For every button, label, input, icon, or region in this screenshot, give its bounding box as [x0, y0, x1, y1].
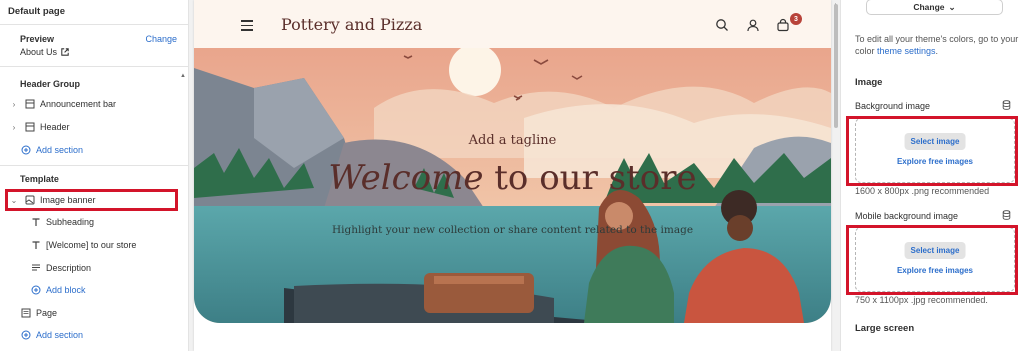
chevron-right-icon[interactable]: ›: [10, 100, 18, 109]
section-header[interactable]: › Header: [0, 118, 189, 136]
mobile-background-label: Mobile background image: [855, 211, 959, 221]
block-label: Subheading: [46, 217, 95, 227]
heading-italic: Welcome: [328, 158, 484, 198]
page-icon: [20, 307, 32, 319]
mobile-picker-highlight: [846, 225, 1018, 295]
store-name[interactable]: Pottery and Pizza: [281, 15, 422, 34]
store-preview-pane: Pottery and Pizza 3 Add a tagline Welcom…: [189, 0, 840, 351]
heading-rest: to our store: [483, 158, 697, 198]
chevron-right-icon[interactable]: ›: [10, 123, 18, 132]
layout-icon: [24, 121, 36, 133]
change-button-label: Change: [913, 2, 945, 12]
background-image-hint: 1600 x 800px .png recommended: [855, 186, 990, 196]
cart-icon[interactable]: [776, 18, 790, 32]
section-label: Announcement bar: [40, 99, 117, 109]
preview-page: About Us: [20, 47, 69, 57]
preview-label: Preview: [20, 34, 55, 44]
banner-subheading: Add a tagline: [468, 133, 557, 148]
plus-circle-icon: [30, 284, 42, 296]
add-section-header-group-button[interactable]: Add section: [0, 141, 189, 159]
add-section-label: Add section: [36, 145, 84, 155]
add-section-template-button[interactable]: Add section: [0, 326, 189, 344]
page-title: Default page: [8, 6, 66, 17]
section-label: Page: [36, 308, 58, 318]
preview-page-name: About Us: [20, 47, 58, 57]
background-picker-highlight: [846, 116, 1018, 186]
menu-icon[interactable]: [241, 20, 253, 34]
large-screen-heading: Large screen: [855, 323, 915, 334]
sections-sidebar: Default page Preview Change About Us ▲ H…: [0, 0, 189, 351]
change-color-scheme-button[interactable]: Change ⌄: [866, 0, 1003, 15]
plus-circle-icon: [20, 144, 32, 156]
store-header: Pottery and Pizza 3: [194, 0, 831, 48]
block-label: [Welcome] to our store: [46, 240, 137, 250]
block-description[interactable]: Description: [0, 259, 189, 277]
layout-icon: [24, 98, 36, 110]
add-section-label: Add section: [36, 330, 84, 340]
image-banner[interactable]: Add a tagline Welcome to our store Highl…: [194, 48, 831, 323]
external-link-icon[interactable]: [61, 48, 69, 56]
cart-count-badge: 3: [790, 13, 802, 25]
paragraph-icon: [30, 262, 42, 274]
block-heading[interactable]: [Welcome] to our store: [0, 236, 189, 254]
template-group-title: Template: [20, 174, 59, 184]
background-image-label: Background image: [855, 101, 931, 111]
add-block-label: Add block: [46, 285, 86, 295]
block-label: Description: [46, 263, 92, 273]
color-info-text: To edit all your theme's colors, go to y…: [855, 33, 1024, 57]
divider: [0, 66, 189, 67]
change-preview-link[interactable]: Change: [145, 34, 177, 44]
store-preview: Pottery and Pizza 3 Add a tagline Welcom…: [194, 0, 831, 351]
chevron-down-icon: ⌄: [948, 1, 956, 12]
theme-editor: Default page Preview Change About Us ▲ H…: [0, 0, 1024, 351]
banner-description: Highlight your new collection or share c…: [331, 224, 694, 236]
plus-circle-icon: [20, 329, 32, 341]
search-icon[interactable]: [715, 18, 729, 32]
section-announcement-bar[interactable]: › Announcement bar: [0, 95, 189, 113]
text-icon: [30, 239, 42, 251]
section-page[interactable]: Page: [0, 304, 189, 322]
divider: [0, 165, 189, 166]
mobile-background-hint: 750 x 1100px .jpg recommended.: [855, 295, 988, 305]
block-subheading[interactable]: Subheading: [0, 213, 189, 231]
account-icon[interactable]: [746, 18, 760, 32]
text-icon: [30, 216, 42, 228]
database-icon[interactable]: [1002, 210, 1011, 220]
banner-heading: Welcome to our store: [194, 158, 831, 198]
scroll-up-icon[interactable]: ▲: [180, 73, 186, 79]
theme-settings-link[interactable]: theme settings: [877, 46, 936, 56]
selection-highlight: [5, 189, 178, 211]
section-label: Header: [40, 122, 70, 132]
divider: [0, 24, 189, 25]
header-group-title: Header Group: [20, 79, 81, 89]
image-section-heading: Image: [855, 77, 883, 88]
database-icon[interactable]: [1002, 100, 1011, 110]
info-suffix: .: [935, 46, 939, 56]
preview-scrollbar[interactable]: [834, 4, 838, 128]
add-block-button[interactable]: Add block: [0, 281, 189, 299]
